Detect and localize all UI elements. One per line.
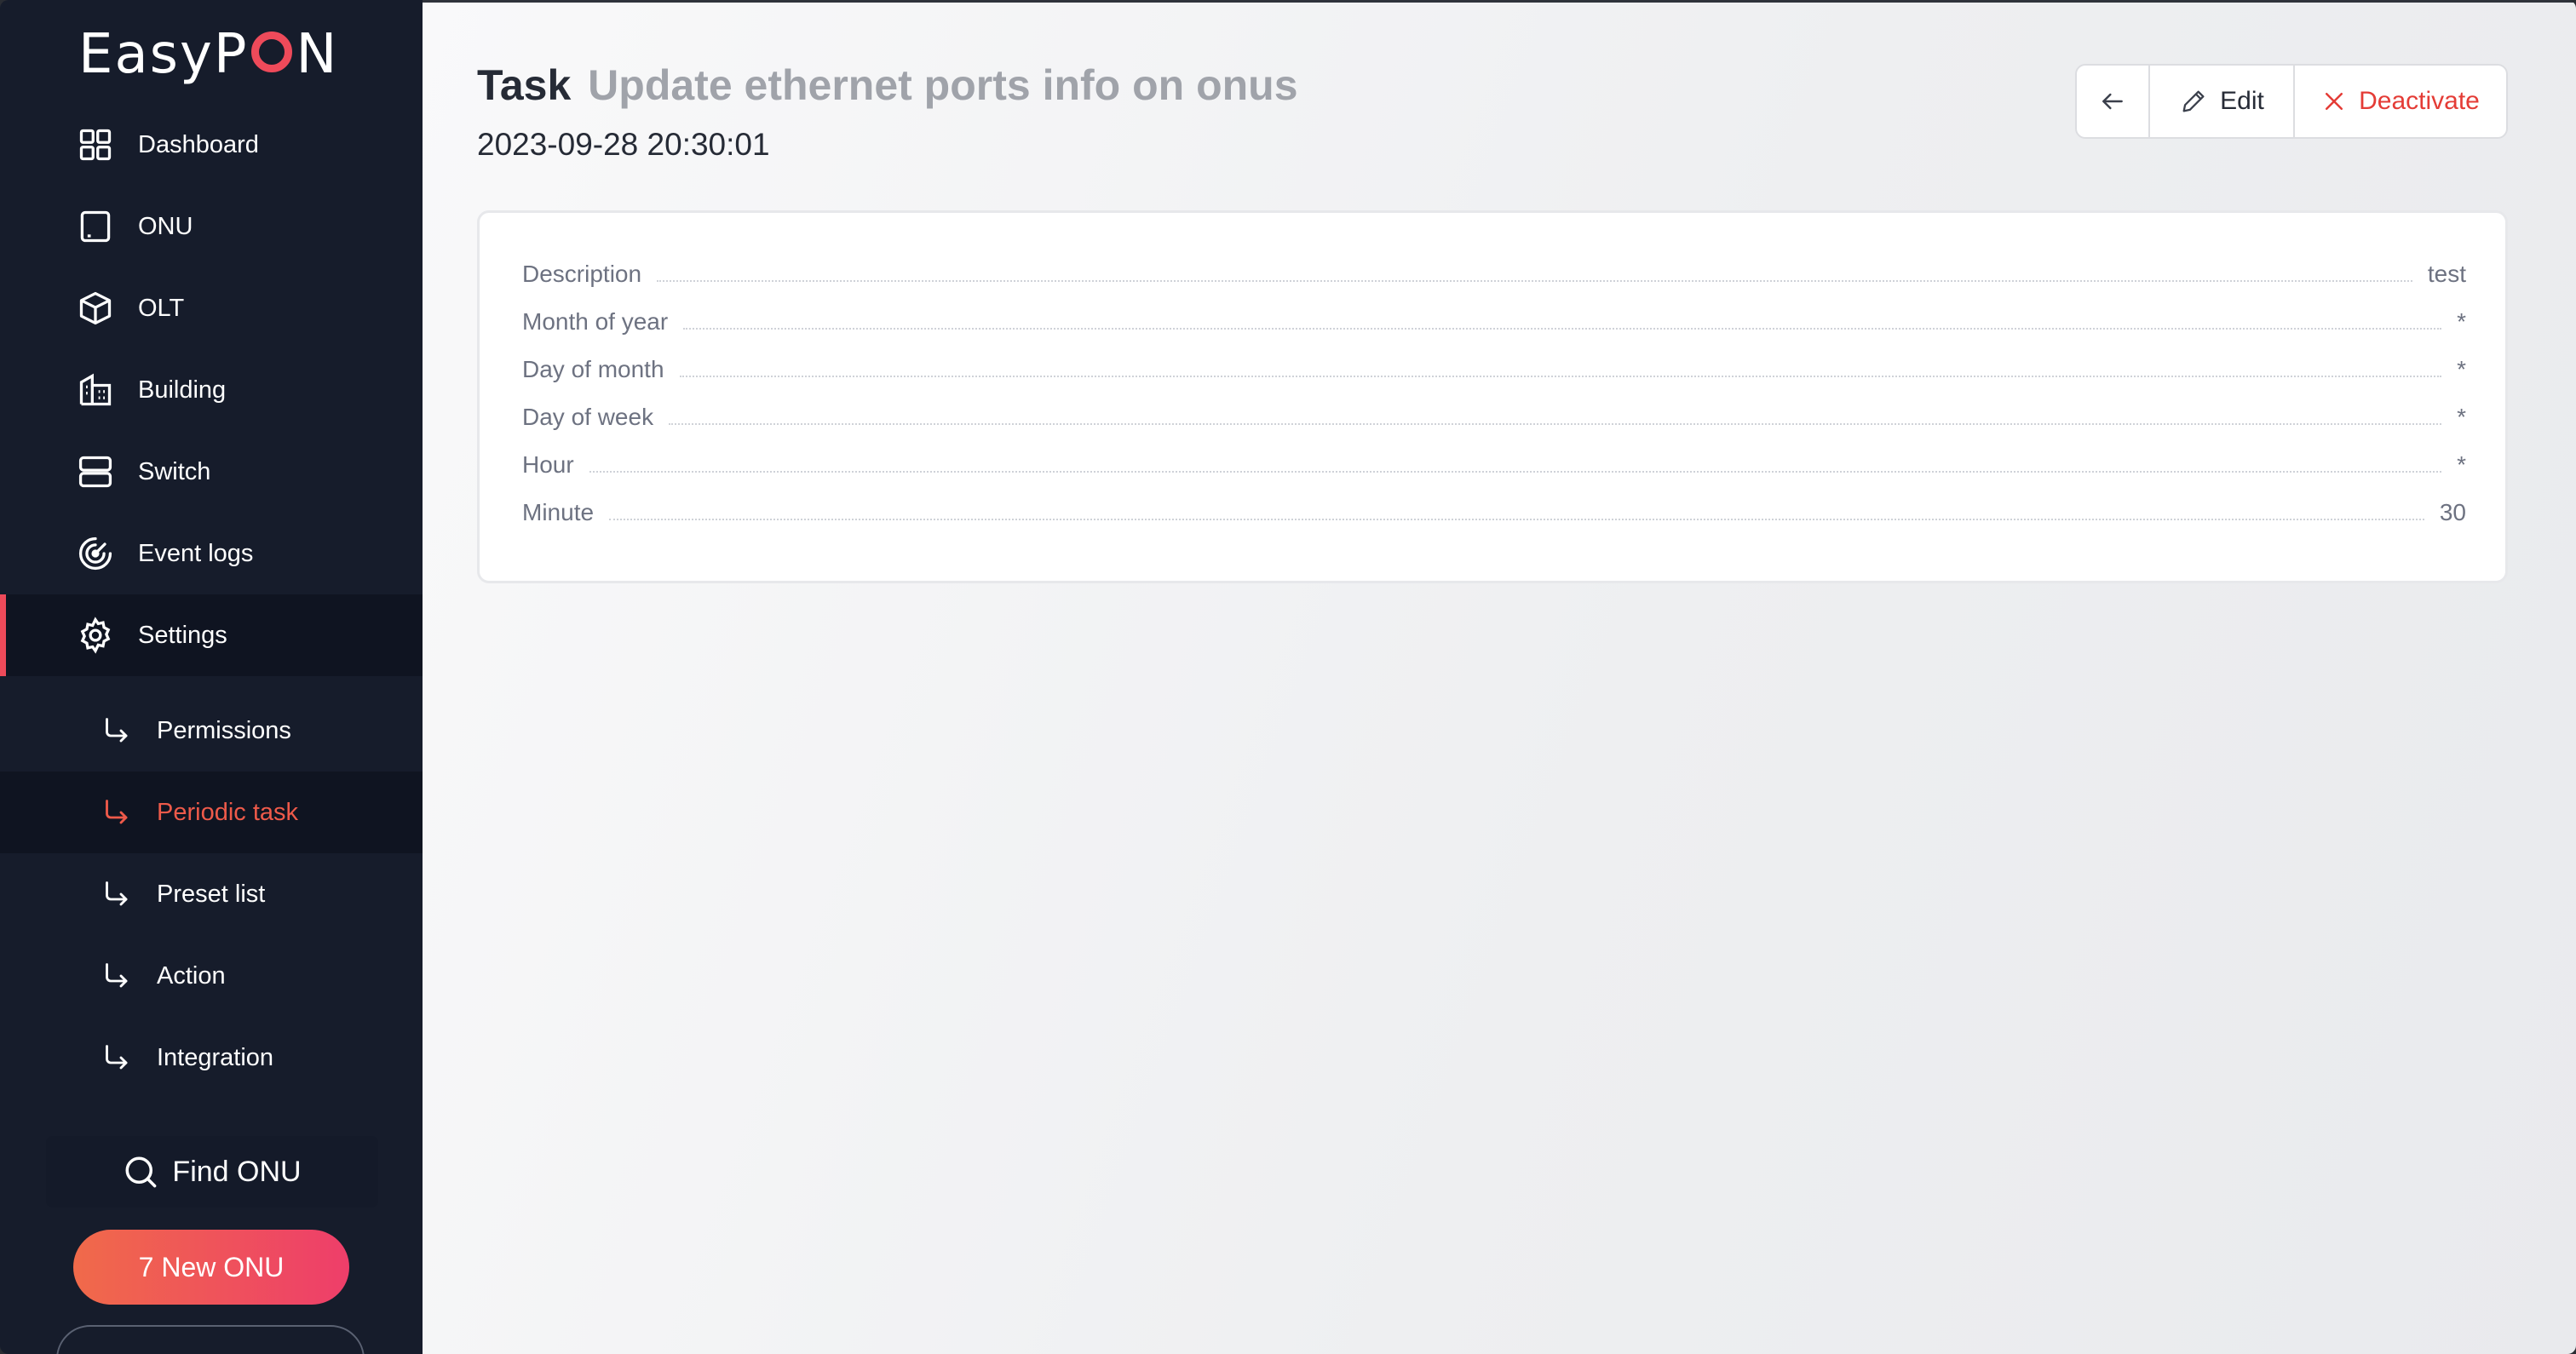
- sidebar-item-settings[interactable]: Settings: [0, 594, 423, 676]
- sidebar-item-switch[interactable]: Switch: [0, 431, 423, 513]
- detail-key: Day of month: [522, 356, 664, 382]
- sidebar-item-label: OLT: [138, 294, 185, 322]
- task-name: Update ethernet ports info on onus: [588, 61, 1298, 109]
- deactivate-label: Deactivate: [2359, 87, 2480, 115]
- arrow-left-icon: [2102, 93, 2123, 110]
- logo-o-mark: [251, 32, 293, 73]
- cube-icon: [79, 291, 112, 325]
- sidebar-item-building[interactable]: Building: [0, 349, 423, 431]
- edit-label: Edit: [2220, 87, 2264, 115]
- detail-value: *: [2457, 308, 2466, 335]
- detail-row-description: Description test: [522, 257, 2466, 291]
- detail-key: Month of year: [522, 308, 669, 335]
- search-icon: [125, 1156, 157, 1188]
- sidebar-item-label: ONU: [138, 212, 193, 240]
- back-button[interactable]: [2077, 66, 2150, 137]
- server-icon: [78, 456, 112, 488]
- gear-icon: [80, 617, 111, 654]
- sidebar-item-event-logs[interactable]: Event logs: [0, 513, 423, 594]
- radar-icon: [78, 536, 112, 571]
- detail-row-minute: Minute 30: [522, 496, 2466, 530]
- sidebar-item-label: Settings: [138, 621, 227, 649]
- sidebar-subitem-label: Permissions: [157, 716, 291, 744]
- detail-row-day-of-month: Day of month *: [522, 353, 2466, 387]
- logo-text-end: N: [296, 23, 339, 86]
- find-onu-button[interactable]: Find ONU: [46, 1136, 378, 1208]
- arrow-turn-right-icon: [106, 963, 128, 988]
- detail-value: *: [2457, 451, 2466, 478]
- task-details-card: Description test Month of year * Day of …: [477, 210, 2508, 583]
- sidebar-subitem-label: Preset list: [157, 880, 266, 908]
- arrow-turn-right-icon: [106, 1045, 128, 1070]
- sidebar-item-dashboard[interactable]: Dashboard: [0, 104, 423, 186]
- sidebar-subitem-label: Integration: [157, 1043, 274, 1071]
- page-title: Task Update ethernet ports info on onus: [477, 60, 1298, 110]
- sidebar-subitem-action[interactable]: Action: [0, 935, 423, 1017]
- app-window: EasyP N Dashboard ONU OLT Building Switc…: [0, 0, 2576, 1354]
- logo-text-start: EasyP: [78, 23, 249, 86]
- sidebar-subitem-integration[interactable]: Integration: [0, 1017, 423, 1099]
- leader-dots: [589, 471, 2442, 473]
- task-datetime: 2023-09-28 20:30:01: [477, 127, 770, 162]
- sidebar-item-onu[interactable]: ONU: [0, 186, 423, 267]
- onu-device-icon: [80, 210, 111, 243]
- building-icon: [79, 373, 112, 406]
- arrow-turn-right-icon: [106, 718, 128, 743]
- sidebar-item-label: Building: [138, 376, 227, 404]
- sidebar-subitem-preset-list[interactable]: Preset list: [0, 853, 423, 935]
- detail-key: Hour: [522, 451, 574, 478]
- detail-value: *: [2457, 356, 2466, 382]
- detail-row-month-of-year: Month of year *: [522, 305, 2466, 339]
- leader-dots: [657, 280, 2412, 282]
- leader-dots: [669, 423, 2442, 425]
- pencil-icon: [2182, 90, 2205, 112]
- sidebar-item-olt[interactable]: OLT: [0, 267, 423, 349]
- leader-dots: [683, 328, 2442, 330]
- sidebar-subitem-label: Action: [157, 961, 226, 990]
- arrow-turn-right-icon: [106, 881, 128, 906]
- deactivate-button[interactable]: Deactivate: [2295, 66, 2506, 137]
- find-onu-label: Find ONU: [172, 1155, 302, 1188]
- sidebar-subitem-periodic-task[interactable]: Periodic task: [0, 772, 423, 853]
- sidebar-item-label: Switch: [138, 457, 211, 485]
- detail-value: test: [2427, 261, 2466, 287]
- sidebar-subitem-permissions[interactable]: Permissions: [0, 690, 423, 772]
- new-onu-button[interactable]: 7 New ONU: [73, 1230, 349, 1305]
- detail-key: Description: [522, 261, 642, 287]
- detail-key: Minute: [522, 499, 595, 525]
- sidebar: EasyP N Dashboard ONU OLT Building Switc…: [0, 0, 423, 1354]
- arrow-turn-right-icon: [106, 800, 128, 824]
- close-icon: [2326, 93, 2343, 110]
- detail-row-day-of-week: Day of week *: [522, 400, 2466, 434]
- logo[interactable]: EasyP N: [78, 20, 338, 89]
- action-button-group: Edit Deactivate: [2075, 64, 2508, 139]
- leader-dots: [609, 519, 2424, 520]
- page-title-label: Task: [477, 61, 572, 109]
- sidebar-subitem-label: Periodic task: [157, 798, 299, 826]
- dashboard-grid-icon: [79, 129, 112, 161]
- leader-dots: [679, 376, 2442, 377]
- sidebar-item-label: Dashboard: [138, 130, 259, 158]
- detail-key: Day of week: [522, 404, 654, 430]
- user-menu-button[interactable]: [56, 1325, 365, 1354]
- detail-value: 30: [2439, 499, 2466, 525]
- detail-row-hour: Hour *: [522, 448, 2466, 482]
- main-content: Task Update ethernet ports info on onus …: [423, 0, 2576, 1354]
- edit-button[interactable]: Edit: [2150, 66, 2295, 137]
- detail-value: *: [2457, 404, 2466, 430]
- sidebar-item-label: Event logs: [138, 539, 254, 567]
